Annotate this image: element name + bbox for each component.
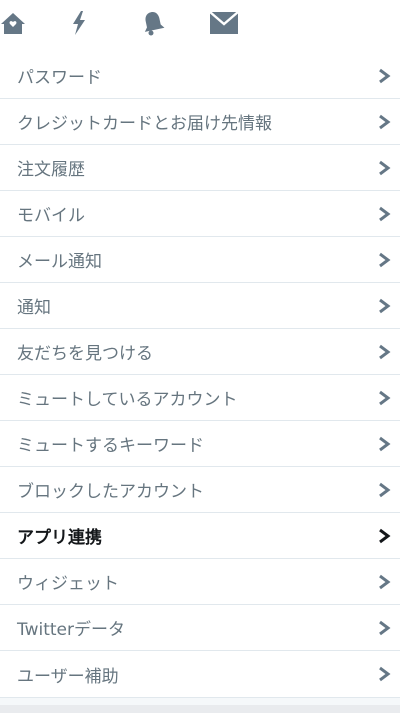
menu-item[interactable]: クレジットカードとお届け先情報 — [0, 99, 400, 145]
envelope-icon[interactable] — [206, 8, 242, 38]
chevron-right-icon — [379, 574, 391, 589]
home-icon[interactable] — [0, 8, 31, 38]
chevron-right-icon — [379, 206, 391, 221]
menu-item[interactable]: ミュートしているアカウント — [0, 375, 400, 421]
menu-item-label: ユーザー補助 — [17, 666, 119, 687]
chevron-right-icon — [379, 390, 391, 405]
chevron-right-icon — [379, 298, 391, 313]
menu-item-label: 友だちを見つける — [17, 344, 153, 364]
menu-item-label: ミュートするキーワード — [17, 436, 204, 456]
chevron-right-icon — [379, 528, 391, 543]
chevron-right-icon — [379, 482, 391, 497]
chevron-right-icon — [379, 344, 391, 359]
chevron-right-icon — [379, 114, 391, 129]
chevron-right-icon — [379, 436, 391, 451]
menu-item[interactable]: 友だちを見つける — [0, 329, 400, 375]
menu-item-label: 通知 — [17, 298, 51, 318]
settings-menu: パスワードクレジットカードとお届け先情報 注文履歴モバイルメール通知通知友だちを見… — [0, 53, 400, 698]
menu-item-label: クレジットカードとお届け先情報 — [17, 114, 272, 134]
menu-item[interactable]: モバイル — [0, 191, 400, 237]
menu-item[interactable]: 注文履歴 — [0, 145, 400, 191]
chevron-right-icon — [379, 666, 391, 682]
menu-item[interactable]: ユーザー補助 — [0, 651, 400, 697]
settings-page: パスワードクレジットカードとお届け先情報 注文履歴モバイルメール通知通知友だちを見… — [0, 0, 400, 713]
menu-item-label: ミュートしているアカウント — [17, 390, 238, 410]
top-navigation-bar — [0, 0, 400, 54]
menu-item-label: アプリ連携 — [17, 528, 102, 548]
menu-item[interactable]: ミュートするキーワード — [0, 421, 400, 467]
chevron-right-icon — [379, 160, 391, 175]
chevron-right-icon — [379, 68, 391, 83]
chevron-right-icon — [379, 620, 391, 635]
bell-icon[interactable] — [135, 8, 171, 38]
menu-item[interactable]: ウィジェット — [0, 559, 400, 605]
page-bottom-divider — [0, 705, 400, 713]
menu-item-label: ウィジェット — [17, 574, 119, 594]
menu-item-label: 注文履歴 — [17, 160, 85, 180]
menu-item[interactable]: パスワード — [0, 53, 400, 99]
menu-item-label: ブロックしたアカウント — [17, 482, 204, 502]
menu-item-label: Twitterデータ — [17, 620, 125, 640]
menu-item[interactable]: アプリ連携 — [0, 513, 400, 559]
chevron-right-icon — [379, 252, 391, 267]
menu-item[interactable]: ブロックしたアカウント — [0, 467, 400, 513]
menu-item-label: メール通知 — [17, 252, 102, 272]
menu-item-label: パスワード — [17, 68, 102, 88]
menu-item[interactable]: Twitterデータ — [0, 605, 400, 651]
lightning-icon[interactable] — [61, 8, 97, 38]
menu-item[interactable]: 通知 — [0, 283, 400, 329]
menu-item-label: モバイル — [17, 206, 85, 226]
menu-item[interactable]: メール通知 — [0, 237, 400, 283]
